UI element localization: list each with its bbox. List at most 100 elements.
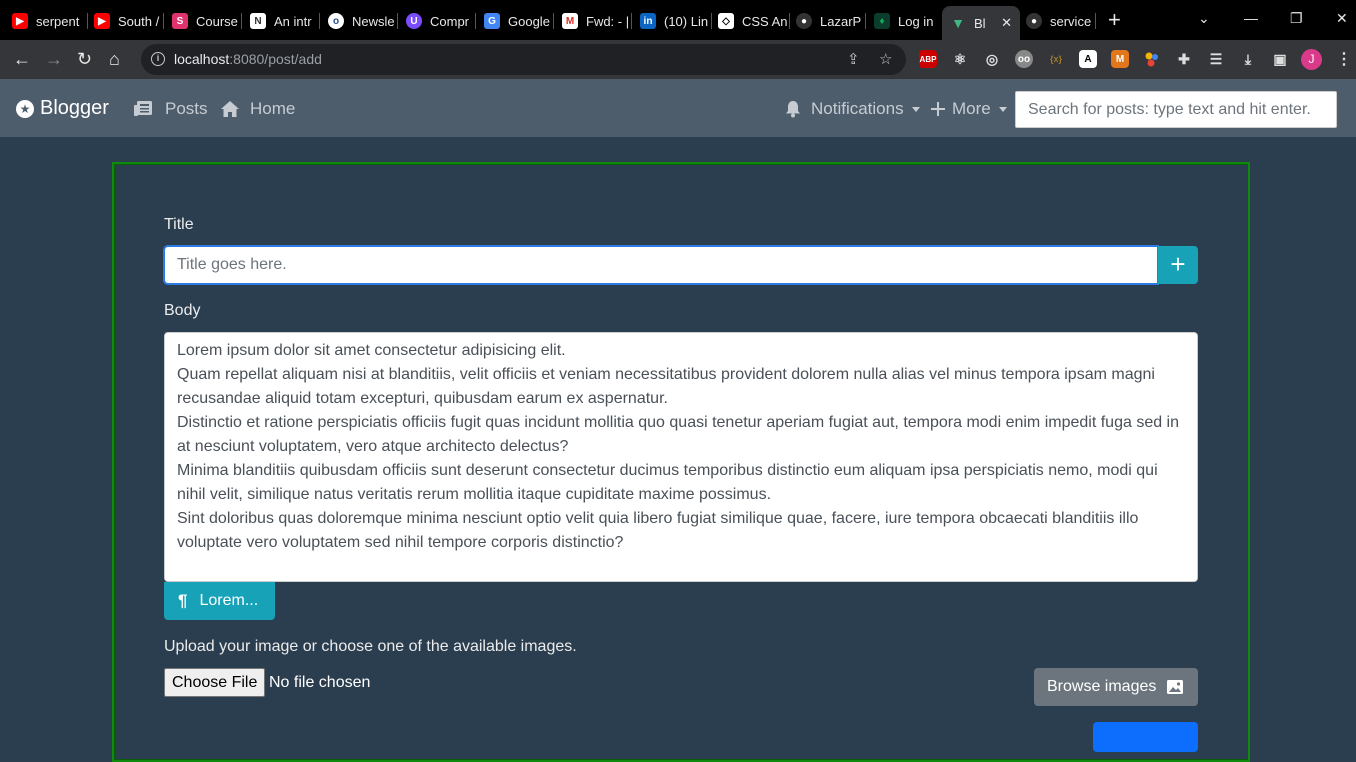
nav-posts-label: Posts — [165, 99, 208, 118]
search-input[interactable] — [1015, 91, 1337, 128]
tab-label: Log in — [898, 13, 934, 29]
bell-icon — [786, 101, 800, 118]
extension-icon[interactable]: oo — [1015, 50, 1033, 68]
browser-tab[interactable]: ▶ serpent — [12, 6, 88, 36]
close-tab-icon[interactable]: ✕ — [1001, 15, 1012, 31]
tab-label: Newsle — [352, 13, 395, 29]
url-text: localhost:8080/post/add — [174, 51, 322, 67]
react-devtools-icon[interactable]: ⚛ — [951, 50, 969, 68]
image-icon — [1167, 680, 1184, 694]
adblock-icon[interactable]: ABP — [919, 50, 937, 68]
minimize-icon[interactable]: — — [1244, 10, 1258, 26]
site-icon: N — [250, 13, 266, 29]
house-icon — [221, 101, 239, 117]
side-panel-icon[interactable]: ▣ — [1271, 50, 1289, 68]
browser-tab-active[interactable]: ▼ Bl ✕ — [942, 6, 1020, 40]
google-translate-icon: G — [484, 13, 500, 29]
posts-icon — [134, 101, 152, 116]
upload-instructions: Upload your image or choose one of the a… — [164, 638, 577, 655]
mongodb-icon: ♦ — [874, 13, 890, 29]
tab-label: Compr — [430, 13, 470, 29]
tab-label: CSS An — [742, 13, 788, 29]
tab-label: South / — [118, 13, 160, 29]
browser-tab-strip: ▶ serpent ▶ South / S Course N An intr o… — [0, 0, 1356, 40]
browser-tab[interactable]: o Newsle — [328, 6, 398, 36]
browser-tab[interactable]: ▶ South / — [94, 6, 164, 36]
body-label: Body — [164, 302, 201, 319]
browser-tab[interactable]: ◇ CSS An — [718, 6, 790, 36]
linkedin-icon: in — [640, 13, 656, 29]
browse-images-button[interactable]: Browse images — [1034, 668, 1198, 706]
nav-home[interactable]: Home — [220, 99, 295, 119]
extension-icon[interactable] — [1143, 50, 1161, 68]
tab-label: LazarP — [820, 13, 862, 29]
github-icon: ● — [1026, 13, 1042, 29]
brand-link[interactable]: ★ Blogger — [16, 97, 109, 120]
lorem-button-label: Lorem... — [199, 592, 259, 609]
nav-notifications-dropdown[interactable]: Notifications — [785, 99, 920, 119]
reading-list-icon[interactable]: ☰ — [1207, 50, 1225, 68]
tab-label: An intr — [274, 13, 312, 29]
submit-button[interactable] — [1093, 722, 1198, 752]
browser-tab[interactable]: M Fwd: - | — [562, 6, 632, 36]
restore-icon[interactable]: ❐ — [1290, 10, 1303, 27]
address-bar[interactable]: i localhost:8080/post/add ⇪ ☆ — [141, 44, 906, 75]
title-label: Title — [164, 216, 194, 233]
brand-name: Blogger — [40, 97, 109, 119]
title-input[interactable] — [164, 246, 1158, 284]
browser-tab[interactable]: S Course — [172, 6, 242, 36]
chevron-down-icon — [911, 106, 920, 112]
reload-icon[interactable]: ↻ — [77, 49, 92, 69]
browser-menu-icon[interactable]: ⋮ — [1335, 50, 1353, 68]
tab-label: serpent — [36, 13, 80, 29]
github-icon: ● — [796, 13, 812, 29]
tab-search-icon[interactable]: ⌄ — [1198, 10, 1210, 27]
close-window-icon[interactable]: ✕ — [1336, 10, 1348, 27]
site-icon: U — [406, 13, 422, 29]
browser-toolbar: ← → ↻ ⌂ i localhost:8080/post/add ⇪ ☆ AB… — [0, 40, 1356, 79]
extension-icon[interactable]: A — [1079, 50, 1097, 68]
youtube-icon: ▶ — [12, 13, 28, 29]
tab-label: Fwd: - | — [586, 13, 630, 29]
browser-tab[interactable]: ♦ Log in — [874, 6, 936, 36]
nav-notifications-label: Notifications — [811, 99, 904, 118]
home-icon[interactable]: ⌂ — [109, 49, 120, 69]
nav-home-label: Home — [250, 99, 296, 118]
new-tab-icon[interactable]: + — [1108, 9, 1121, 31]
tab-label: service — [1050, 13, 1092, 29]
download-icon[interactable]: ⤓ — [1239, 50, 1257, 68]
share-icon[interactable]: ⇪ — [847, 50, 860, 68]
metamask-icon[interactable]: M — [1111, 50, 1129, 68]
nav-more-dropdown[interactable]: More — [931, 99, 1007, 119]
extension-icon[interactable]: ◎ — [983, 50, 1001, 68]
tab-label: Google — [508, 13, 550, 29]
plus-icon — [931, 102, 945, 116]
site-icon: o — [328, 13, 344, 29]
browser-tab[interactable]: ● service — [1026, 6, 1096, 36]
youtube-icon: ▶ — [94, 13, 110, 29]
extensions-puzzle-icon[interactable]: ✚ — [1175, 50, 1193, 68]
file-status: No file chosen — [269, 674, 371, 691]
nav-posts[interactable]: Posts — [133, 99, 208, 119]
extension-icon[interactable]: {x} — [1047, 50, 1065, 68]
browser-tab[interactable]: U Compr — [406, 6, 476, 36]
browser-tab[interactable]: in (10) Lin — [640, 6, 712, 36]
pilcrow-icon: ¶ — [178, 591, 188, 610]
browser-tab[interactable]: G Google — [484, 6, 554, 36]
choose-file-button[interactable]: Choose File — [164, 668, 266, 697]
nav-more-label: More — [952, 99, 991, 118]
back-icon[interactable]: ← — [13, 49, 31, 69]
site-info-icon[interactable]: i — [151, 52, 165, 66]
body-textarea[interactable]: Lorem ipsum dolor sit amet consectetur a… — [164, 332, 1198, 582]
forward-icon[interactable]: → — [45, 49, 63, 69]
lorem-button[interactable]: ¶ Lorem... — [164, 582, 275, 620]
app-navbar: ★ Blogger Posts Home Notifications More — [0, 79, 1356, 137]
add-title-button[interactable]: + — [1158, 246, 1198, 284]
gmail-icon: M — [562, 13, 578, 29]
browser-tab[interactable]: ● LazarP — [796, 6, 866, 36]
profile-avatar[interactable]: J — [1301, 49, 1322, 70]
browser-tab[interactable]: N An intr — [250, 6, 320, 36]
brand-star-icon: ★ — [16, 99, 34, 118]
bookmark-star-icon[interactable]: ☆ — [879, 50, 892, 68]
chevron-down-icon — [998, 106, 1007, 112]
